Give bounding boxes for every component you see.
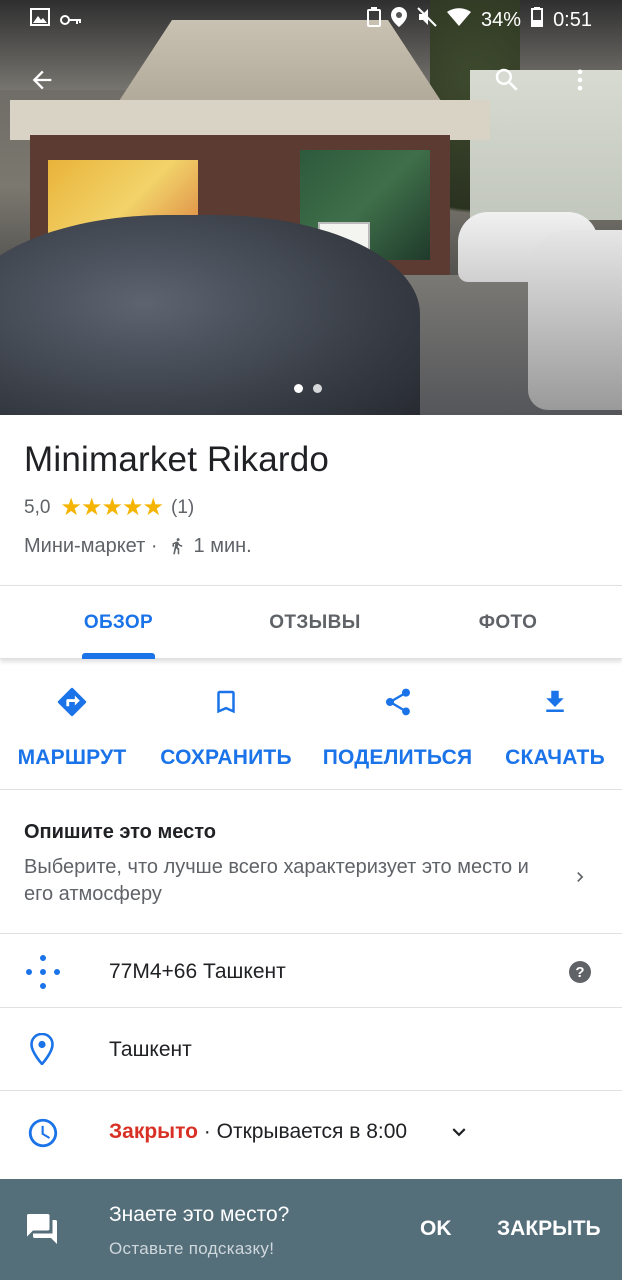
tab-bar: ОБЗОР ОТЗЫВЫ ФОТО (0, 585, 622, 659)
category-row: Мини-маркет · 1 мин. (24, 534, 252, 558)
share-button[interactable]: ПОДЕЛИТЬСЯ (322, 682, 473, 770)
search-button[interactable] (483, 56, 531, 104)
mute-icon (417, 7, 437, 33)
walk-icon (168, 534, 186, 558)
key-icon (60, 9, 82, 32)
search-icon (495, 68, 518, 91)
reviews-count: (1) (171, 496, 195, 518)
photo-pager[interactable] (294, 384, 322, 393)
describe-text: Выберите, что лучше всего характеризует … (24, 856, 529, 905)
download-button[interactable]: СКАЧАТЬ (503, 682, 607, 770)
location-pin-icon (30, 1032, 54, 1070)
expand-hours-icon[interactable] (446, 1119, 472, 1150)
save-button[interactable]: СОХРАНИТЬ (159, 682, 293, 770)
address-text: Ташкент (109, 1038, 192, 1061)
hours-text: Закрыто · Открывается в 8:00 (109, 1120, 407, 1144)
place-category: Мини-маркет · (24, 534, 158, 557)
tab-overview[interactable]: ОБЗОР (50, 586, 187, 660)
bookmark-icon (211, 682, 241, 722)
photo-car-right (528, 230, 622, 410)
share-icon (382, 682, 414, 722)
more-vert-icon (577, 69, 583, 91)
image-icon (30, 8, 50, 32)
more-options-button[interactable] (556, 56, 604, 104)
directions-button[interactable]: МАРШРУТ (14, 682, 130, 770)
hours-row[interactable]: Закрыто · Открывается в 8:00 (0, 1091, 622, 1179)
battery-percent: 34% (481, 8, 522, 31)
plus-code-text: 77M4+66 Ташкент (109, 960, 286, 983)
rating-row[interactable]: 5,0 ★★★★★ (1) (24, 493, 194, 522)
hours-status: Закрыто (109, 1120, 198, 1143)
pager-dot-active (294, 384, 303, 393)
share-label: ПОДЕЛИТЬСЯ (322, 746, 473, 769)
rating-value: 5,0 (24, 496, 51, 518)
plus-code-icon (24, 953, 62, 996)
describe-place-card[interactable]: Опишите это место Выберите, что лучше вс… (0, 791, 622, 934)
sync-icon (367, 7, 382, 33)
snackbar-close-button[interactable]: ЗАКРЫТЬ (497, 1217, 601, 1241)
save-label: СОХРАНИТЬ (160, 746, 292, 769)
snackbar-subtitle: Оставьте подсказку! (109, 1239, 275, 1258)
tab-reviews[interactable]: ОТЗЫВЫ (240, 586, 390, 660)
download-icon (540, 682, 570, 722)
location-icon (391, 7, 408, 33)
back-button[interactable] (18, 56, 66, 104)
chevron-right-icon (570, 865, 590, 894)
place-title: Minimarket Rikardo (24, 440, 330, 479)
clock: 0:51 (553, 8, 592, 31)
arrow-back-icon (32, 70, 52, 90)
clock-icon (26, 1116, 60, 1155)
wifi-icon (447, 8, 472, 32)
describe-heading: Опишите это место (24, 821, 216, 843)
feedback-icon (24, 1211, 60, 1252)
tab-photos[interactable]: ФОТО (445, 586, 571, 660)
top-bar: 34% 0:51 (0, 0, 622, 130)
pager-dot (313, 384, 322, 393)
walk-time: 1 мин. (193, 534, 252, 557)
svg-text:?: ? (575, 964, 584, 981)
snackbar-ok-button[interactable]: OK (420, 1217, 452, 1241)
directions-label: МАРШРУТ (17, 746, 127, 769)
address-row[interactable]: Ташкент (0, 1009, 622, 1091)
tab-indicator (82, 653, 155, 659)
directions-icon (55, 682, 89, 722)
snackbar-title: Знаете это место? (109, 1203, 290, 1226)
help-icon[interactable]: ? (568, 960, 592, 989)
rating-stars: ★★★★★ (60, 494, 164, 521)
battery-icon (531, 7, 544, 33)
action-bar: МАРШРУТ СОХРАНИТЬ ПОДЕЛИТЬСЯ СКАЧАТЬ (0, 660, 622, 790)
hours-detail: · Открывается в 8:00 (197, 1120, 408, 1143)
download-label: СКАЧАТЬ (505, 746, 605, 769)
plus-code-row[interactable]: 77M4+66 Ташкент ? (0, 935, 622, 1008)
status-bar: 34% 0:51 (0, 0, 622, 38)
tip-snackbar: Знаете это место? Оставьте подсказку! OK… (0, 1179, 622, 1280)
photo-car-left (0, 215, 420, 415)
